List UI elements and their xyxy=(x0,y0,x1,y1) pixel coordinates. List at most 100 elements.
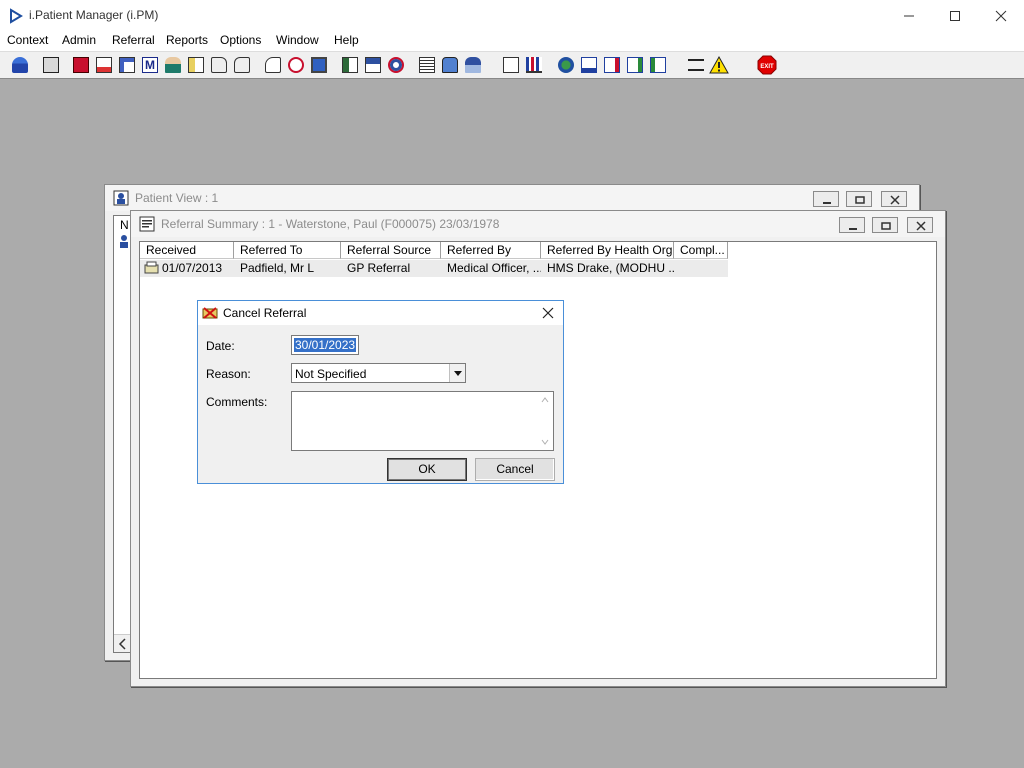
toolbar-exit-button[interactable]: EXIT xyxy=(756,54,778,76)
menu-admin[interactable]: Admin xyxy=(62,33,96,47)
close-icon xyxy=(995,10,1007,22)
toolbar-nurse-button[interactable] xyxy=(162,54,184,76)
dialog-titlebar: Cancel Referral xyxy=(198,301,563,325)
toolbar-bar-chart-button[interactable] xyxy=(523,54,545,76)
patient-view-minimize-button[interactable] xyxy=(813,191,839,207)
cell-compl xyxy=(674,260,728,277)
date-field[interactable]: 30/01/2023 xyxy=(291,335,359,355)
checklist3-icon xyxy=(627,57,643,73)
column-header-compl[interactable]: Compl... xyxy=(674,242,728,259)
card-icon xyxy=(365,57,381,73)
swap-icon xyxy=(688,59,704,71)
toolbar-book-button[interactable] xyxy=(70,54,92,76)
person-bed-icon xyxy=(465,57,481,73)
toolbar-person-bed-button[interactable] xyxy=(462,54,484,76)
bar-chart-icon xyxy=(526,57,542,73)
toolbar-list-button[interactable] xyxy=(416,54,438,76)
column-header-referral-source[interactable]: Referral Source xyxy=(341,242,441,259)
app-title: i.Patient Manager (i.PM) xyxy=(29,8,159,22)
toolbar-warning-button[interactable] xyxy=(708,54,730,76)
menu-window[interactable]: Window xyxy=(276,33,319,47)
referral-summary-close-button[interactable] xyxy=(907,217,933,233)
patient-view-close-button[interactable] xyxy=(881,191,907,207)
toolbar-print-button[interactable] xyxy=(40,54,62,76)
column-header-referred-by[interactable]: Referred By xyxy=(441,242,541,259)
clock-icon xyxy=(288,57,304,73)
toolbar-blank-page-button[interactable] xyxy=(500,54,522,76)
toolbar-checklist4-button[interactable] xyxy=(647,54,669,76)
ambulance-icon xyxy=(211,57,227,73)
toolbar-photo-card-button[interactable] xyxy=(339,54,361,76)
column-header-received[interactable]: Received xyxy=(140,242,234,259)
toolbar-globe-button[interactable] xyxy=(555,54,577,76)
toolbar-search-doc-button[interactable] xyxy=(262,54,284,76)
close-icon xyxy=(916,221,926,231)
patient-icon xyxy=(120,235,128,248)
cancel-referral-dialog: Cancel Referral Date: 30/01/2023 Reason:… xyxy=(197,300,564,484)
maximize-button[interactable] xyxy=(932,0,978,31)
toolbar-checklist3-button[interactable] xyxy=(624,54,646,76)
minimize-icon xyxy=(823,202,831,204)
toolbar-bed-button[interactable] xyxy=(439,54,461,76)
comments-scrollbar[interactable] xyxy=(537,392,553,450)
toolbar-edit-note-button[interactable] xyxy=(93,54,115,76)
toolbar-swap-button[interactable] xyxy=(685,54,707,76)
patient-view-column-header: N xyxy=(120,218,129,232)
referral-summary-title: Referral Summary : 1 - Waterstone, Paul … xyxy=(161,217,500,231)
toolbar-mail-button[interactable]: M xyxy=(139,54,161,76)
referral-summary-restore-button[interactable] xyxy=(872,217,898,233)
search-doc-icon xyxy=(265,57,281,73)
column-header-referred-to[interactable]: Referred To xyxy=(234,242,341,259)
menu-reports[interactable]: Reports xyxy=(166,33,208,47)
toolbar-checklist-button[interactable] xyxy=(578,54,600,76)
column-header-health-org[interactable]: Referred By Health Org. xyxy=(541,242,674,259)
globe-icon xyxy=(558,57,574,73)
patient-view-restore-button[interactable] xyxy=(846,191,872,207)
patient-view-title: Patient View : 1 xyxy=(135,191,219,205)
minimize-button[interactable] xyxy=(886,0,932,31)
bed-icon xyxy=(442,57,458,73)
close-icon xyxy=(890,195,900,205)
app-logo-icon xyxy=(10,8,23,24)
cell-referred-to: Padfield, Mr L xyxy=(240,261,315,275)
toolbar-find-button[interactable] xyxy=(116,54,138,76)
reason-dropdown-button[interactable] xyxy=(449,364,465,382)
checklist-icon xyxy=(581,57,597,73)
svg-text:EXIT: EXIT xyxy=(760,64,774,70)
restore-icon xyxy=(881,222,891,230)
notes-icon xyxy=(188,57,204,73)
close-icon[interactable] xyxy=(542,307,554,319)
restore-icon xyxy=(855,196,865,204)
exit-icon: EXIT xyxy=(757,55,777,75)
toolbar-card-button[interactable] xyxy=(362,54,384,76)
toolbar-time-dial-button[interactable] xyxy=(385,54,407,76)
minimize-icon xyxy=(849,228,857,230)
toolbar-transport-button[interactable] xyxy=(231,54,253,76)
menu-context[interactable]: Context xyxy=(7,33,48,47)
reason-label: Reason: xyxy=(206,367,251,381)
transport-icon xyxy=(234,57,250,73)
toolbar-monitor-button[interactable] xyxy=(308,54,330,76)
toolbar-ambulance-button[interactable] xyxy=(208,54,230,76)
document-icon xyxy=(139,216,155,232)
scroll-arrows-icon xyxy=(541,397,549,445)
toolbar-checklist2-button[interactable] xyxy=(601,54,623,76)
menu-help[interactable]: Help xyxy=(334,33,359,47)
app-titlebar: i.Patient Manager (i.PM) xyxy=(0,0,1024,31)
referral-summary-titlebar: Referral Summary : 1 - Waterstone, Paul … xyxy=(131,211,945,237)
toolbar-notes-button[interactable] xyxy=(185,54,207,76)
ok-button[interactable]: OK xyxy=(387,458,467,481)
table-row[interactable]: 01/07/2013 Padfield, Mr L GP Referral Me… xyxy=(140,260,728,277)
menu-referral[interactable]: Referral xyxy=(112,33,155,47)
menu-options[interactable]: Options xyxy=(220,33,261,47)
reason-select[interactable]: Not Specified xyxy=(291,363,466,383)
referral-summary-minimize-button[interactable] xyxy=(839,217,865,233)
toolbar-clock-button[interactable] xyxy=(285,54,307,76)
cancel-button[interactable]: Cancel xyxy=(475,458,555,481)
toolbar-patient-button[interactable] xyxy=(9,54,31,76)
comments-textarea[interactable] xyxy=(291,391,554,451)
close-button[interactable] xyxy=(978,0,1024,31)
cell-received: 01/07/2013 xyxy=(162,261,223,275)
time-dial-icon xyxy=(388,57,404,73)
date-label: Date: xyxy=(206,339,235,353)
